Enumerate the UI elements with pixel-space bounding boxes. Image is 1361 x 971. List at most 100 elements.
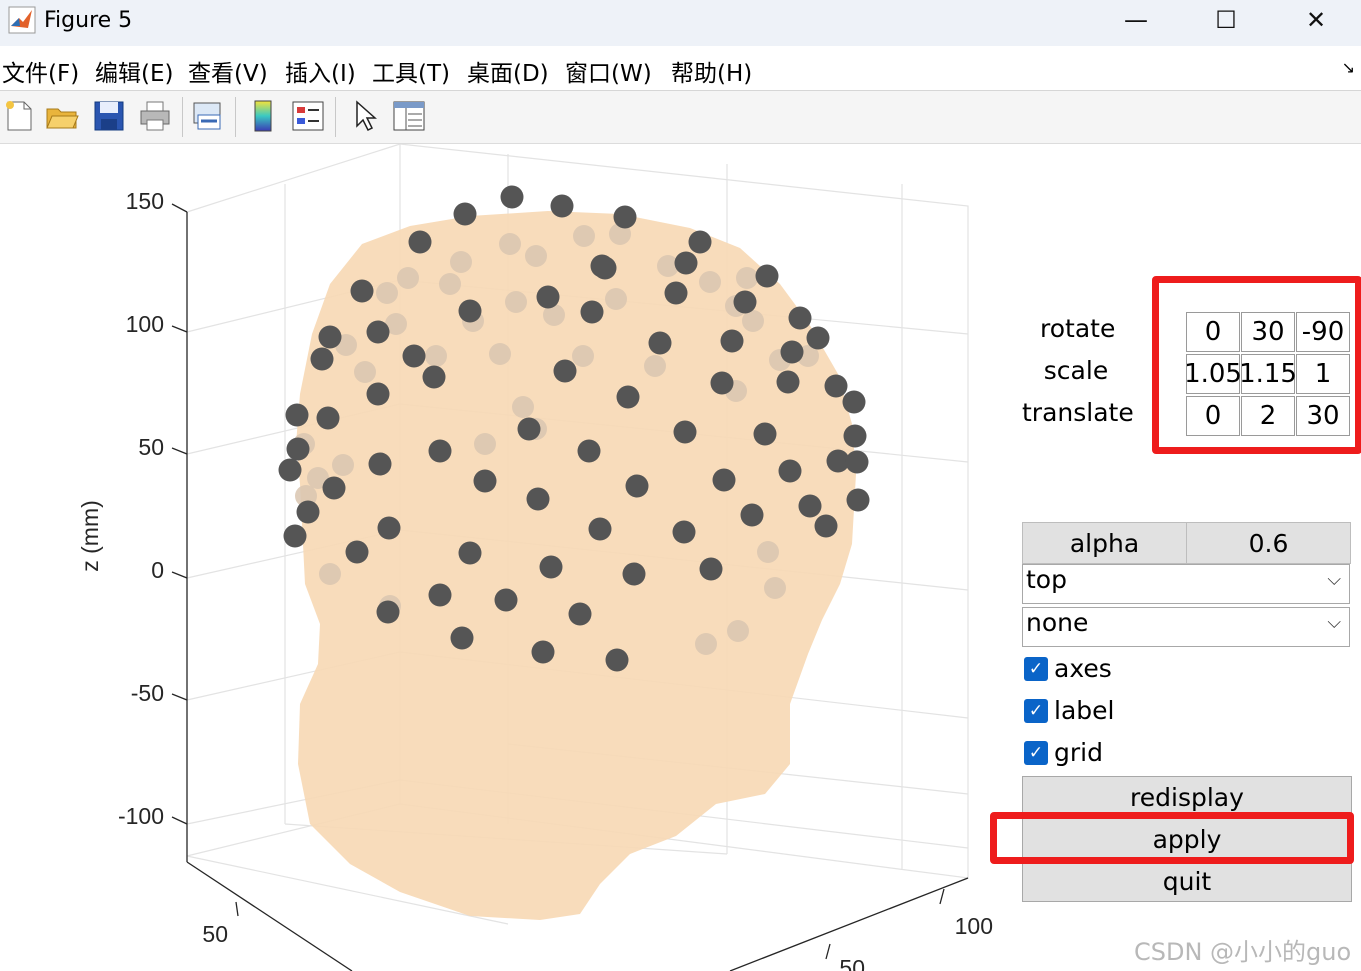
electrode-marker-back: [572, 345, 594, 367]
view-select[interactable]: top ⌵: [1022, 564, 1350, 604]
electrode-marker: [616, 385, 640, 409]
electrode-marker-back: [332, 454, 354, 476]
menu-window[interactable]: 窗口(W): [565, 54, 652, 88]
axes-3d[interactable]: 150 100 50 0 -50 -100 50 100 50 z (mm): [0, 144, 1000, 971]
menu-insert[interactable]: 插入(I): [285, 54, 356, 88]
title-bar: Figure 5 — ☐ ✕: [0, 0, 1361, 46]
electrode-marker: [473, 469, 497, 493]
y-tick-label: 50: [839, 955, 865, 971]
electrode-marker: [500, 185, 524, 209]
electrode-marker: [517, 417, 541, 441]
electrode-marker: [322, 476, 346, 500]
label-checkbox[interactable]: ✓ label: [1024, 696, 1144, 728]
style-select[interactable]: none ⌵: [1022, 607, 1350, 647]
electrode-marker: [377, 516, 401, 540]
electrode-marker: [366, 382, 390, 406]
electrode-marker: [316, 406, 340, 430]
electrode-marker: [672, 520, 696, 544]
electrode-marker: [494, 588, 518, 612]
electrode-marker-back: [644, 355, 666, 377]
electrode-marker-back: [764, 577, 786, 599]
z-tick-label: 50: [138, 434, 164, 460]
toolbar: [0, 91, 1361, 144]
menu-edit[interactable]: 编辑(E): [95, 54, 173, 88]
electrode-marker-back: [439, 273, 461, 295]
quit-button[interactable]: quit: [1022, 860, 1352, 902]
pointer-icon[interactable]: [348, 99, 382, 133]
z-tick-label: -100: [118, 803, 164, 829]
electrode-marker: [376, 600, 400, 624]
property-editor-icon[interactable]: [392, 99, 426, 133]
open-folder-icon[interactable]: [45, 99, 79, 133]
electrode-marker: [788, 306, 812, 330]
electrode-marker: [842, 390, 866, 414]
electrode-marker-back: [450, 251, 472, 273]
watermark: CSDN @小小的guo: [1134, 938, 1352, 966]
electrode-marker: [740, 503, 764, 527]
close-button[interactable]: ✕: [1270, 0, 1361, 40]
electrode-marker: [843, 424, 867, 448]
legend-icon[interactable]: [291, 99, 325, 133]
electrode-marker-back: [319, 563, 341, 585]
menu-bar: 文件(F) 编辑(E) 查看(V) 插入(I) 工具(T) 桌面(D) 窗口(W…: [0, 46, 1361, 91]
electrode-marker: [699, 557, 723, 581]
checkmark-icon: ✓: [1024, 699, 1048, 723]
minimize-button[interactable]: —: [1090, 0, 1182, 40]
electrode-marker: [846, 488, 870, 512]
electrode-marker: [318, 325, 342, 349]
z-tick-label: 150: [126, 188, 164, 214]
grid-checkbox[interactable]: ✓ grid: [1024, 738, 1144, 770]
electrode-marker-back: [474, 433, 496, 455]
menu-view[interactable]: 查看(V): [188, 54, 268, 88]
maximize-button[interactable]: ☐: [1180, 0, 1272, 40]
link-icon[interactable]: [191, 99, 225, 133]
electrode-marker: [780, 340, 804, 364]
electrode-marker: [345, 540, 369, 564]
alpha-value-field[interactable]: 0.6: [1186, 522, 1351, 564]
electrode-marker-back: [695, 633, 717, 655]
electrode-marker: [577, 439, 601, 463]
electrode-marker: [824, 374, 848, 398]
view-select-value: top: [1026, 565, 1067, 594]
electrode-marker-back: [425, 345, 447, 367]
highlight-box-transform: [1152, 276, 1361, 454]
electrode-marker-back: [736, 267, 758, 289]
electrode-marker: [453, 202, 477, 226]
menu-help[interactable]: 帮助(H): [671, 54, 752, 88]
chevron-down-icon: ⌵: [1327, 569, 1341, 590]
electrode-marker: [590, 254, 614, 278]
save-icon[interactable]: [92, 99, 126, 133]
electrode-marker: [366, 320, 390, 344]
electrode-marker-back: [727, 620, 749, 642]
electrode-marker: [673, 420, 697, 444]
print-icon[interactable]: [138, 99, 172, 133]
electrode-marker: [798, 494, 822, 518]
colorbar-icon[interactable]: [246, 99, 280, 133]
electrode-marker: [450, 626, 474, 650]
menu-desktop[interactable]: 桌面(D): [467, 54, 549, 88]
axes-checkbox[interactable]: ✓ axes: [1024, 654, 1144, 686]
electrode-marker: [283, 524, 307, 548]
electrode-marker: [531, 640, 555, 664]
electrode-marker-back: [505, 291, 527, 313]
menu-tools[interactable]: 工具(T): [372, 54, 450, 88]
electrode-marker: [286, 437, 310, 461]
electrode-marker: [539, 555, 563, 579]
electrode-marker: [278, 458, 302, 482]
electrode-marker: [753, 422, 777, 446]
z-tick-label: 0: [151, 557, 164, 583]
electrode-marker: [368, 452, 392, 476]
electrode-marker: [625, 474, 649, 498]
style-select-value: none: [1026, 608, 1089, 637]
electrode-marker: [720, 329, 744, 353]
new-figure-icon[interactable]: [2, 99, 36, 133]
electrode-marker: [755, 264, 779, 288]
figure-canvas: 150 100 50 0 -50 -100 50 100 50 z (mm) r…: [0, 144, 1361, 971]
head-surface: [296, 211, 856, 920]
z-tick-label: 100: [126, 311, 164, 337]
electrode-marker: [458, 541, 482, 565]
dock-arrow-icon[interactable]: ↘: [1342, 58, 1355, 77]
electrode-marker: [285, 403, 309, 427]
toolbar-separator: [235, 97, 236, 137]
menu-file[interactable]: 文件(F): [2, 54, 79, 88]
